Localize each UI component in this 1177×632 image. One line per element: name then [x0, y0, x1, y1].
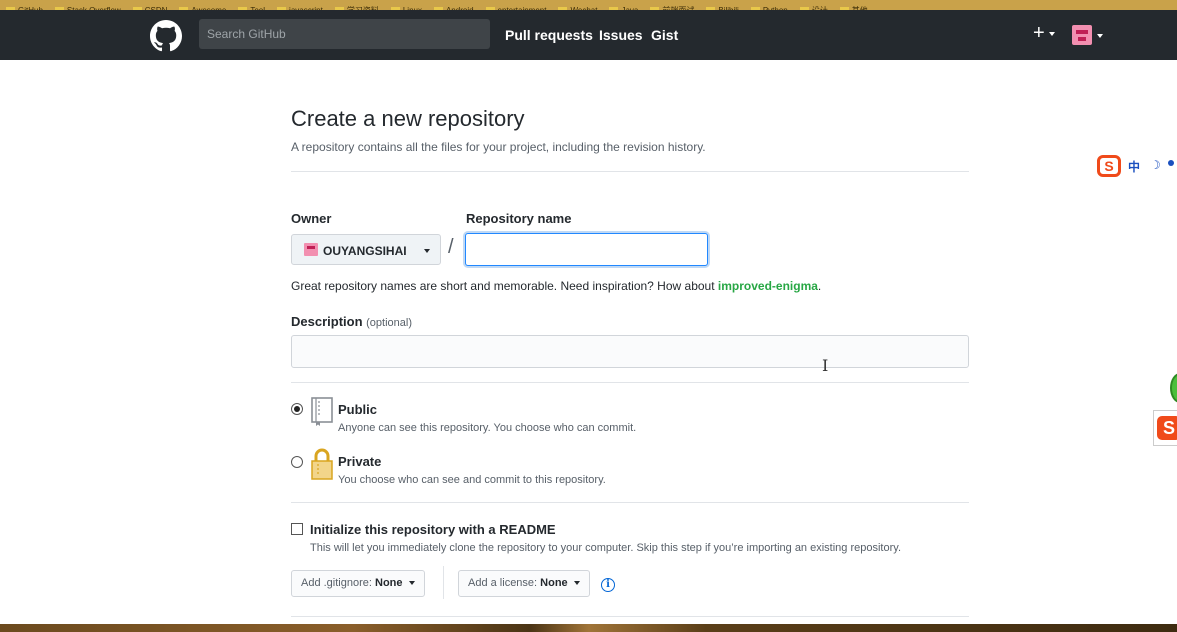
plus-icon[interactable]: + [1033, 23, 1045, 43]
user-avatar[interactable] [1072, 25, 1092, 45]
repo-icon [311, 397, 333, 426]
readme-title: Initialize this repository with a README [310, 522, 556, 537]
divider [291, 502, 969, 503]
private-title: Private [338, 454, 382, 469]
description-input[interactable] [291, 335, 969, 368]
repo-name-label: Repository name [466, 211, 572, 226]
license-value: None [540, 577, 568, 589]
repo-name-hint: Great repository names are short and mem… [291, 279, 821, 293]
search-input[interactable]: Search GitHub [199, 19, 490, 49]
hint-suffix: . [817, 279, 822, 293]
private-radio[interactable] [291, 456, 303, 468]
readme-checkbox[interactable] [291, 523, 303, 535]
avatar-dropdown-caret-icon[interactable] [1097, 34, 1103, 38]
info-icon[interactable]: i [601, 578, 615, 592]
site-header: Search GitHub Pull requests Issues Gist … [0, 10, 1177, 60]
chevron-down-icon [424, 249, 430, 253]
name-suggestion-link[interactable]: improved-enigma [718, 279, 818, 293]
lock-icon [311, 448, 333, 480]
ibeam-cursor-icon: I [822, 356, 829, 375]
description-label: Description (optional) [291, 314, 412, 329]
private-description: You choose who can see and commit to thi… [338, 474, 606, 486]
license-label: Add a license: [468, 577, 538, 589]
owner-name: OUYANGSIHAI [323, 244, 407, 258]
moon-icon[interactable]: ☽ [1150, 158, 1161, 172]
hint-text: Great repository names are short and mem… [291, 279, 718, 293]
owner-repo-separator: / [448, 236, 454, 258]
chevron-down-icon [408, 581, 415, 586]
public-radio[interactable] [291, 403, 303, 415]
page-title: Create a new repository [291, 106, 525, 131]
desktop-taskbar [0, 624, 1177, 632]
plus-dropdown-caret-icon[interactable] [1049, 32, 1055, 36]
ime-toolbar[interactable]: S 中 ☽ [1097, 155, 1177, 177]
nav-gist[interactable]: Gist [651, 27, 678, 43]
optional-tag: (optional) [366, 317, 412, 329]
nav-issues[interactable]: Issues [599, 27, 643, 43]
public-title: Public [338, 402, 378, 417]
ime-mode-toggle[interactable]: 中 [1128, 158, 1140, 175]
nav-pull-requests[interactable]: Pull requests [505, 27, 593, 43]
description-label-text: Description [291, 314, 363, 329]
divider [443, 566, 444, 599]
owner-label: Owner [291, 211, 332, 226]
public-description: Anyone can see this repository. You choo… [338, 422, 637, 434]
divider [291, 616, 969, 617]
ime-side-logo-icon[interactable] [1153, 410, 1177, 446]
ime-logo-icon[interactable]: S [1097, 155, 1121, 177]
ime-dot-icon[interactable] [1168, 160, 1174, 166]
license-select-button[interactable]: Add a license: None [458, 570, 590, 597]
page-subtitle: A repository contains all the files for … [291, 140, 706, 154]
divider [291, 382, 969, 383]
divider [291, 171, 969, 172]
bookmarks-bar: GitHubStack OverflowCSDNAwesomeTooljavas… [0, 0, 1177, 10]
gitignore-select-button[interactable]: Add .gitignore: None [291, 570, 425, 597]
floating-ball-icon[interactable] [1170, 373, 1177, 403]
readme-description: This will let you immediately clone the … [310, 542, 901, 554]
owner-avatar [304, 243, 318, 256]
repo-name-input[interactable] [465, 233, 708, 266]
github-logo-icon[interactable] [150, 20, 182, 52]
chevron-down-icon [573, 581, 580, 586]
gitignore-label: Add .gitignore: [301, 577, 372, 589]
owner-select-button[interactable]: OUYANGSIHAI [291, 234, 441, 265]
gitignore-value: None [375, 577, 403, 589]
